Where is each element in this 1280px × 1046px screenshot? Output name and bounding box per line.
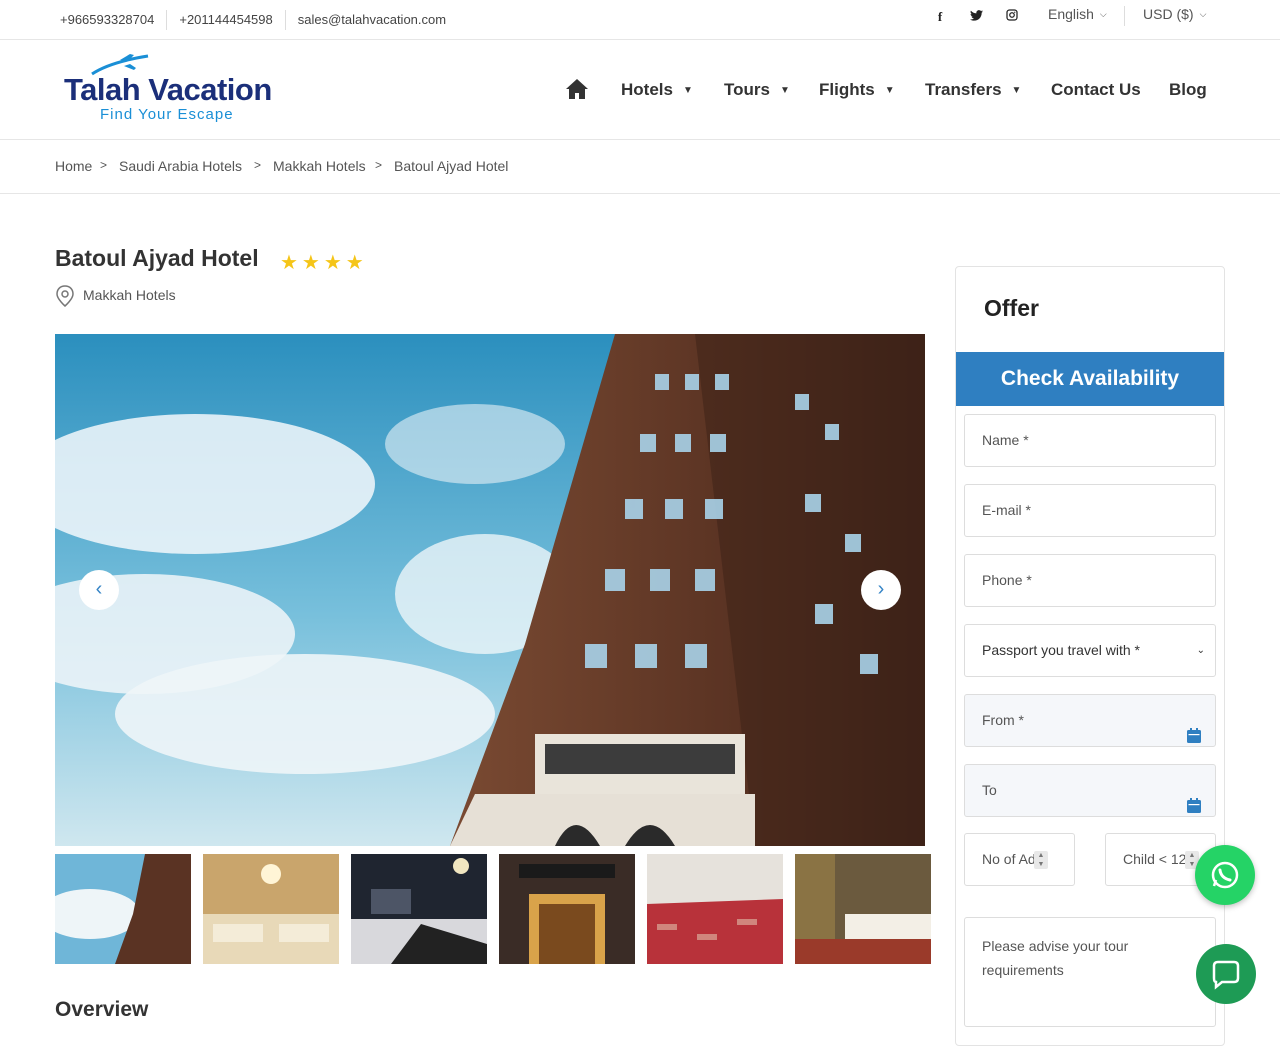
language-selector[interactable]: English ⌵ (1048, 6, 1107, 22)
chevron-down-icon: ▼ (682, 85, 693, 96)
adults-placeholder: No of Ad (982, 851, 1036, 867)
availability-form-card: Offer Check Availability Name * E-mail *… (955, 266, 1225, 1046)
twitter-icon[interactable] (958, 8, 994, 26)
thumbnail-lobby-lounge[interactable] (203, 854, 339, 964)
nav-flights[interactable]: Flights ▼ (819, 80, 895, 100)
chat-icon (1212, 960, 1240, 990)
logo-tagline: Find Your Escape (100, 106, 234, 123)
nav-hotels-label: Hotels (621, 80, 673, 99)
chevron-down-icon: ▼ (1011, 85, 1022, 96)
nav-tours[interactable]: Tours ▼ (724, 80, 790, 100)
to-date-field[interactable]: To (964, 764, 1216, 817)
requirements-textarea[interactable]: Please advise your tour requirements (964, 917, 1216, 1027)
chevron-right-icon: > (375, 158, 383, 172)
chevron-down-icon: ⌵ (1199, 9, 1207, 19)
hotel-location: Makkah Hotels (83, 287, 176, 303)
nav-tours-label: Tours (724, 80, 770, 99)
phone-link-2[interactable]: +201144454598 (167, 10, 286, 30)
adults-input[interactable]: No of Ad ▲ ▼ (964, 833, 1075, 886)
from-date-field[interactable]: From * (964, 694, 1216, 747)
overview-heading: Overview (55, 998, 149, 1021)
thumbnail-reception[interactable] (351, 854, 487, 964)
nav-blog[interactable]: Blog (1169, 80, 1207, 100)
chevron-right-icon: > (100, 158, 108, 172)
contact-info: +966593328704 +201144454598 sales@talahv… (48, 10, 458, 30)
chevron-down-icon: ▼ (779, 85, 790, 96)
thumbnail-entrance[interactable] (499, 854, 635, 964)
phone-placeholder: Phone * (982, 572, 1032, 588)
breadcrumb-makkah-hotels[interactable]: Makkah Hotels (273, 158, 366, 174)
chevron-down-icon: ⌵ (1099, 9, 1107, 19)
chevron-right-icon: > (254, 158, 262, 172)
star-rating: ★★★★ (280, 252, 368, 274)
logo-brand: Talah Vacation (64, 72, 272, 107)
thumbnail-exterior[interactable] (55, 854, 191, 964)
whatsapp-icon (1211, 861, 1239, 889)
page-title: Batoul Ajyad Hotel (55, 245, 259, 271)
breadcrumb-home[interactable]: Home (55, 158, 92, 174)
calendar-icon[interactable] (1187, 713, 1201, 746)
gallery-prev-button[interactable]: ‹ (79, 570, 119, 610)
chevron-left-icon: ‹ (95, 578, 103, 600)
email-placeholder: E-mail * (982, 502, 1032, 518)
location-pin-icon (55, 285, 75, 312)
thumbnail-prayer-hall[interactable] (647, 854, 783, 964)
chevron-down-icon: ⌄ (1196, 645, 1205, 656)
top-bar: +966593328704 +201144454598 sales@talahv… (0, 0, 1280, 40)
social-links: f (922, 8, 1030, 26)
offer-title: Offer (984, 295, 1039, 321)
nav-flights-label: Flights (819, 80, 875, 99)
breadcrumb-current: Batoul Ajyad Hotel (394, 158, 509, 174)
name-placeholder: Name * (982, 432, 1029, 448)
nav-contact-label: Contact Us (1051, 80, 1141, 99)
email-field[interactable]: E-mail * (964, 484, 1216, 537)
chevron-right-icon: › (877, 578, 885, 600)
gallery-next-button[interactable]: › (861, 570, 901, 610)
email-link[interactable]: sales@talahvacation.com (286, 10, 458, 30)
currency-label: USD ($) (1143, 6, 1194, 22)
check-availability-heading: Check Availability (956, 352, 1224, 406)
to-placeholder: To (982, 782, 997, 798)
passport-select[interactable]: Passport you travel with * ⌄ (964, 624, 1216, 677)
child-placeholder: Child < 12 (1123, 851, 1187, 867)
whatsapp-button[interactable] (1195, 845, 1255, 905)
thumbnail-room[interactable] (795, 854, 931, 964)
nav-hotels[interactable]: Hotels ▼ (621, 80, 693, 100)
number-stepper-icon[interactable]: ▲ ▼ (1034, 851, 1048, 869)
phone-link-1[interactable]: +966593328704 (48, 10, 168, 30)
nav-transfers[interactable]: Transfers ▼ (925, 80, 1021, 100)
live-chat-button[interactable] (1196, 944, 1256, 1004)
from-placeholder: From * (982, 712, 1024, 728)
currency-selector[interactable]: USD ($) ⌵ (1143, 6, 1206, 22)
site-header: Talah Vacation Find Your Escape Hotels ▼ … (0, 40, 1280, 140)
nav-transfers-label: Transfers (925, 80, 1002, 99)
nav-contact-us[interactable]: Contact Us (1051, 80, 1141, 100)
phone-field[interactable]: Phone * (964, 554, 1216, 607)
instagram-icon[interactable] (994, 8, 1030, 26)
hotel-main-photo: ‹ › (55, 334, 925, 846)
nav-blog-label: Blog (1169, 80, 1207, 99)
calendar-icon[interactable] (1187, 783, 1201, 816)
requirements-placeholder: Please advise your tour requirements (982, 938, 1129, 978)
name-field[interactable]: Name * (964, 414, 1216, 467)
home-icon[interactable] (565, 78, 589, 105)
language-label: English (1048, 6, 1094, 22)
breadcrumb-saudi-arabia-hotels[interactable]: Saudi Arabia Hotels (119, 158, 242, 174)
site-logo[interactable]: Talah Vacation Find Your Escape (62, 54, 272, 128)
divider (1124, 6, 1125, 26)
chevron-down-icon: ▼ (884, 85, 895, 96)
facebook-icon[interactable]: f (922, 8, 958, 26)
breadcrumb: Home > Saudi Arabia Hotels > Makkah Hote… (0, 140, 1280, 194)
passport-selected: Passport you travel with * (982, 642, 1140, 658)
